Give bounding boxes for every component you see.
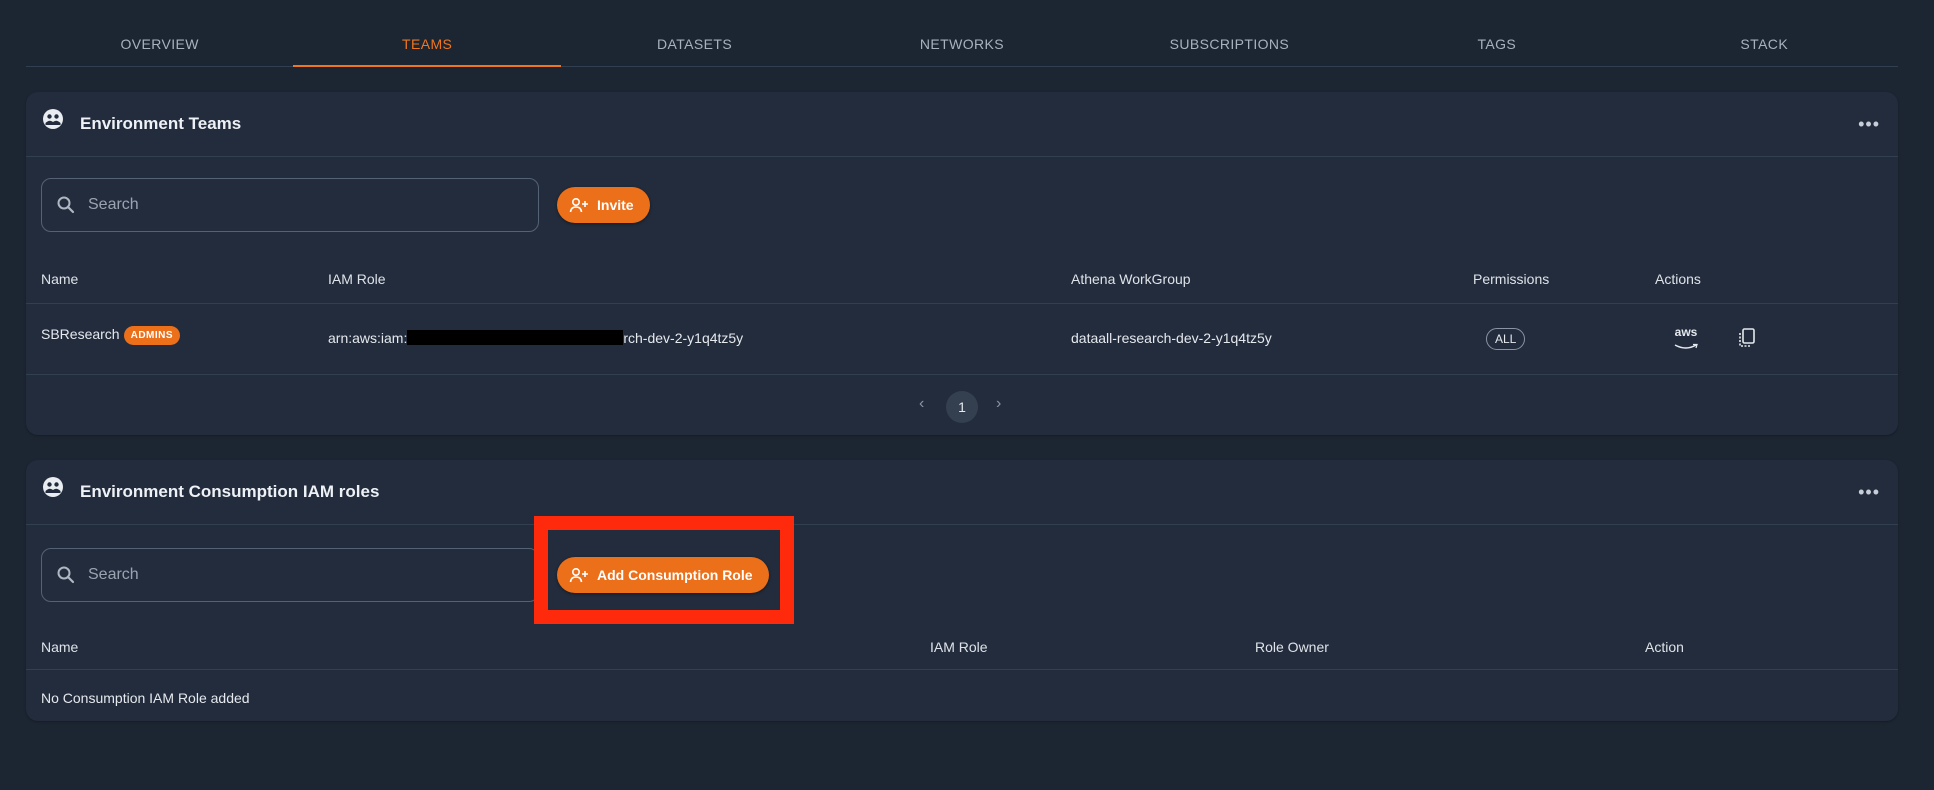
add-consumption-role-button[interactable]: Add Consumption Role [557, 557, 769, 593]
aws-smile-icon [1674, 343, 1698, 349]
iam-role-suffix: rch-dev-2-y1q4tz5y [623, 330, 744, 346]
col-role-owner: Role Owner [1255, 639, 1329, 655]
permissions-chip: ALL [1486, 328, 1526, 350]
next-page-icon[interactable]: › [996, 395, 1001, 413]
team-name-cell: SBResearch ADMINS [41, 326, 181, 345]
aws-label: aws [1674, 325, 1698, 339]
more-options-icon[interactable]: ••• [1858, 114, 1880, 135]
teams-table-header: Name IAM Role Athena WorkGroup Permissio… [26, 255, 1898, 304]
col-iam-role: IAM Role [930, 639, 988, 655]
tab-subscriptions[interactable]: SUBSCRIPTIONS [1096, 24, 1363, 66]
col-actions: Actions [1655, 271, 1701, 287]
add-consumption-role-label: Add Consumption Role [597, 567, 753, 583]
team-icon [43, 477, 63, 497]
tab-networks[interactable]: NETWORKS [828, 24, 1095, 66]
admins-badge: ADMINS [123, 326, 181, 345]
card-header: Environment Consumption IAM roles ••• [26, 460, 1898, 525]
environment-teams-card: Environment Teams ••• Invite Name IAM Ro… [26, 92, 1898, 435]
consumption-table-header: Name IAM Role Role Owner Action [26, 627, 1898, 670]
search-icon [57, 196, 75, 214]
invite-button[interactable]: Invite [557, 187, 650, 223]
iam-role-cell: arn:aws:iam: rch-dev-2-y1q4tz5y [328, 330, 743, 346]
col-athena-workgroup: Athena WorkGroup [1071, 271, 1191, 287]
table-row: SBResearch ADMINS arn:aws:iam: rch-dev-2-y… [26, 304, 1898, 375]
tab-bar: OVERVIEW TEAMS DATASETS NETWORKS SUBSCRI… [26, 24, 1898, 67]
col-name: Name [41, 271, 79, 287]
empty-row: No Consumption IAM Role added [26, 670, 1898, 722]
person-add-icon [569, 567, 588, 583]
teams-search-input[interactable] [86, 195, 510, 215]
teams-toolbar: Invite [26, 157, 1898, 255]
teams-search[interactable] [41, 178, 539, 232]
tab-teams[interactable]: TEAMS [293, 24, 562, 67]
search-icon [57, 566, 75, 584]
card-header: Environment Teams ••• [26, 92, 1898, 157]
consumption-search-input[interactable] [86, 565, 510, 585]
team-name: SBResearch [41, 326, 120, 342]
empty-state-text: No Consumption IAM Role added [41, 690, 250, 706]
copy-icon[interactable] [1738, 328, 1756, 348]
redaction-bar [407, 330, 624, 345]
person-add-icon [569, 197, 588, 213]
iam-role-prefix: arn:aws:iam: [328, 330, 408, 346]
col-name: Name [41, 639, 79, 655]
col-permissions: Permissions [1473, 271, 1550, 287]
col-iam-role: IAM Role [328, 271, 386, 287]
team-icon [43, 109, 63, 129]
aws-console-icon[interactable]: aws [1672, 326, 1700, 350]
consumption-search[interactable] [41, 548, 539, 602]
pagination: ‹ 1 › [26, 375, 1898, 439]
consumption-toolbar: Add Consumption Role [26, 525, 1898, 627]
invite-label: Invite [597, 197, 634, 213]
consumption-roles-card: Environment Consumption IAM roles ••• Ad… [26, 460, 1898, 721]
tab-stack[interactable]: STACK [1631, 24, 1898, 66]
prev-page-icon[interactable]: ‹ [919, 395, 924, 413]
more-options-icon[interactable]: ••• [1858, 482, 1880, 503]
tab-tags[interactable]: TAGS [1363, 24, 1630, 66]
card-title: Environment Consumption IAM roles [80, 482, 380, 501]
page-number-button[interactable]: 1 [946, 391, 978, 423]
tab-overview[interactable]: OVERVIEW [26, 24, 293, 66]
col-action: Action [1645, 639, 1684, 655]
athena-workgroup-cell: dataall-research-dev-2-y1q4tz5y [1071, 330, 1272, 346]
card-title: Environment Teams [80, 114, 242, 133]
tab-datasets[interactable]: DATASETS [561, 24, 828, 66]
